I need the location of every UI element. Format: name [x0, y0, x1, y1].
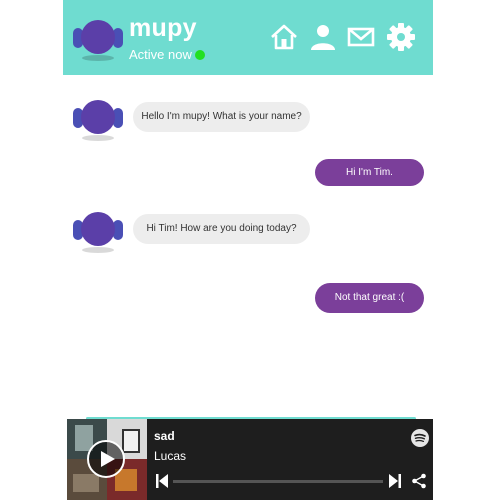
play-icon [101, 451, 115, 467]
home-icon[interactable] [269, 22, 299, 52]
bot-avatar-icon [71, 98, 125, 147]
bot-message-2: Hi Tim! How are you doing today? [133, 214, 310, 244]
play-button[interactable] [87, 440, 125, 478]
music-player: sad Lucas [67, 419, 433, 500]
chat-app: mupy Active now Hello I'm mupy! What is … [63, 0, 433, 500]
user-message-1: Hi I'm Tim. [315, 159, 424, 186]
track-title: sad [154, 429, 175, 443]
track-artist: Lucas [154, 449, 187, 463]
profile-icon[interactable] [308, 22, 338, 52]
status-online-dot [195, 50, 205, 60]
bot-message-1: Hello I'm mupy! What is your name? [133, 102, 310, 132]
share-icon[interactable] [411, 473, 427, 489]
progress-bar[interactable] [173, 480, 383, 483]
album-art [67, 419, 147, 500]
settings-icon[interactable] [386, 22, 416, 52]
mupy-avatar-icon [71, 18, 125, 67]
previous-icon[interactable] [156, 474, 168, 488]
mail-icon[interactable] [346, 22, 376, 52]
user-message-2: Not that great :( [315, 283, 424, 313]
status-text: Active now [129, 47, 192, 62]
bot-avatar-icon [71, 210, 125, 259]
next-icon[interactable] [389, 474, 401, 488]
chat-header: mupy Active now [63, 0, 433, 75]
app-title: mupy [129, 14, 197, 42]
spotify-icon[interactable] [411, 429, 429, 447]
